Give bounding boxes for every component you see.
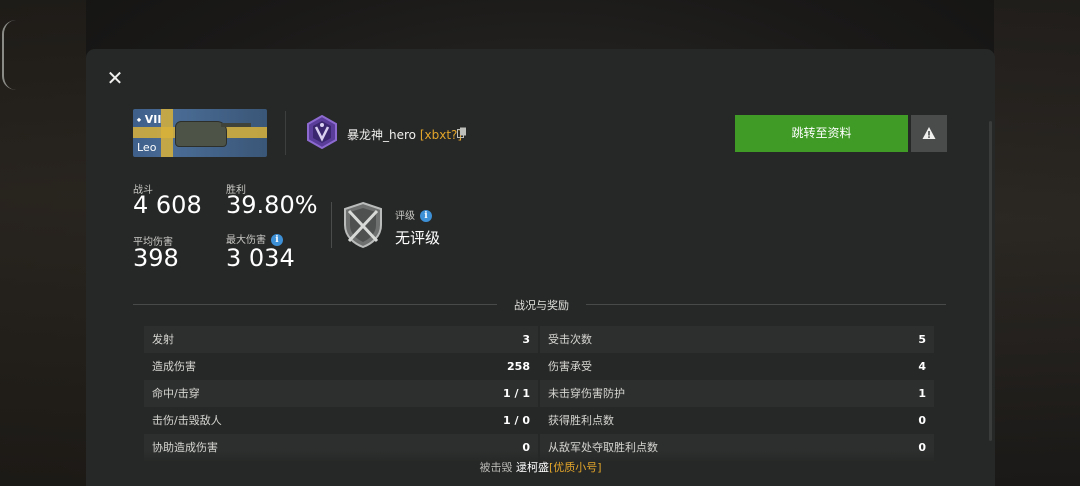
table-cell: 伤害承受 4 xyxy=(540,353,934,380)
killer-clan-tag: [优质小号] xyxy=(548,461,602,474)
player-clan-tag: [xbxt?] xyxy=(419,128,463,142)
table-cell: 获得胜利点数 0 xyxy=(540,407,934,434)
row-value: 0 xyxy=(918,414,926,427)
table-row: 发射 3 受击次数 5 xyxy=(144,326,934,353)
tank-name: Leo xyxy=(137,141,157,154)
row-label: 命中/击穿 xyxy=(152,387,200,400)
section-divider-right xyxy=(586,304,946,305)
row-label: 未击穿伤害防护 xyxy=(548,387,625,400)
tank-tier-value: VII xyxy=(144,113,162,126)
stats-divider xyxy=(331,202,332,248)
row-label: 造成伤害 xyxy=(152,360,196,373)
tank-card: ⬩ VII Leo xyxy=(133,109,267,157)
row-label: 击伤/击毁敌人 xyxy=(152,414,222,427)
copy-icon[interactable] xyxy=(457,127,467,138)
table-cell: 造成伤害 258 xyxy=(144,353,538,380)
destroyed-by: 被击毁 逯柯盛[优质小号] xyxy=(86,459,995,475)
row-value: 258 xyxy=(507,360,530,373)
report-button[interactable] xyxy=(911,115,947,152)
row-value: 4 xyxy=(918,360,926,373)
tank-image xyxy=(175,121,227,147)
row-value: 5 xyxy=(918,333,926,346)
row-value: 3 xyxy=(522,333,530,346)
goto-profile-button[interactable]: 跳转至资料 xyxy=(735,115,908,152)
section-divider-left xyxy=(133,304,497,305)
header-divider xyxy=(285,111,286,155)
row-value: 1 / 1 xyxy=(503,387,530,400)
avg-damage-value: 398 xyxy=(133,244,179,272)
row-label: 伤害承受 xyxy=(548,360,592,373)
tank-tier: ⬩ VII xyxy=(137,113,162,126)
table-cell: 发射 3 xyxy=(144,326,538,353)
rating-info-icon[interactable]: i xyxy=(420,210,432,222)
rating-value: 无评级 xyxy=(395,229,441,247)
rating-label-text: 评级 xyxy=(395,211,415,222)
tank-gun xyxy=(221,123,251,127)
max-damage-value: 3 034 xyxy=(226,244,295,272)
row-value: 1 xyxy=(918,387,926,400)
table-cell: 命中/击穿 1 / 1 xyxy=(144,380,538,407)
table-row: 造成伤害 258 伤害承受 4 xyxy=(144,353,934,380)
rating-shield-icon xyxy=(344,201,382,249)
battle-result-dialog: ✕ ⬩ VII Leo 暴龙神_hero [xbxt?] 跳转至资料 战斗 4 … xyxy=(86,49,995,486)
destroyed-by-prefix: 被击毁 xyxy=(479,461,513,474)
row-value: 1 / 0 xyxy=(503,414,530,427)
table-cell: 击伤/击毁敌人 1 / 0 xyxy=(144,407,538,434)
player-name: 暴龙神_hero [xbxt?] xyxy=(347,126,462,143)
player-name-text: 暴龙神_hero xyxy=(347,128,417,142)
killer-name[interactable]: 逯柯盛 xyxy=(516,461,549,474)
table-row: 击伤/击毁敌人 1 / 0 获得胜利点数 0 xyxy=(144,407,934,434)
warning-icon xyxy=(922,127,936,139)
table-cell: 未击穿伤害防护 1 xyxy=(540,380,934,407)
row-label: 发射 xyxy=(152,333,174,346)
table-row: 命中/击穿 1 / 1 未击穿伤害防护 1 xyxy=(144,380,934,407)
background-right xyxy=(994,0,1080,486)
row-label: 获得胜利点数 xyxy=(548,414,614,427)
section-title: 战况与奖励 xyxy=(514,299,569,312)
clan-emblem-icon xyxy=(307,115,337,149)
table-cell: 受击次数 5 xyxy=(540,326,934,353)
battles-value: 4 608 xyxy=(133,191,202,219)
rating-label: 评级 i xyxy=(395,207,432,222)
row-label: 受击次数 xyxy=(548,333,592,346)
background-arc xyxy=(2,20,16,90)
close-icon[interactable]: ✕ xyxy=(105,68,125,88)
scrollbar[interactable] xyxy=(989,121,992,441)
winrate-value: 39.80% xyxy=(226,191,318,219)
